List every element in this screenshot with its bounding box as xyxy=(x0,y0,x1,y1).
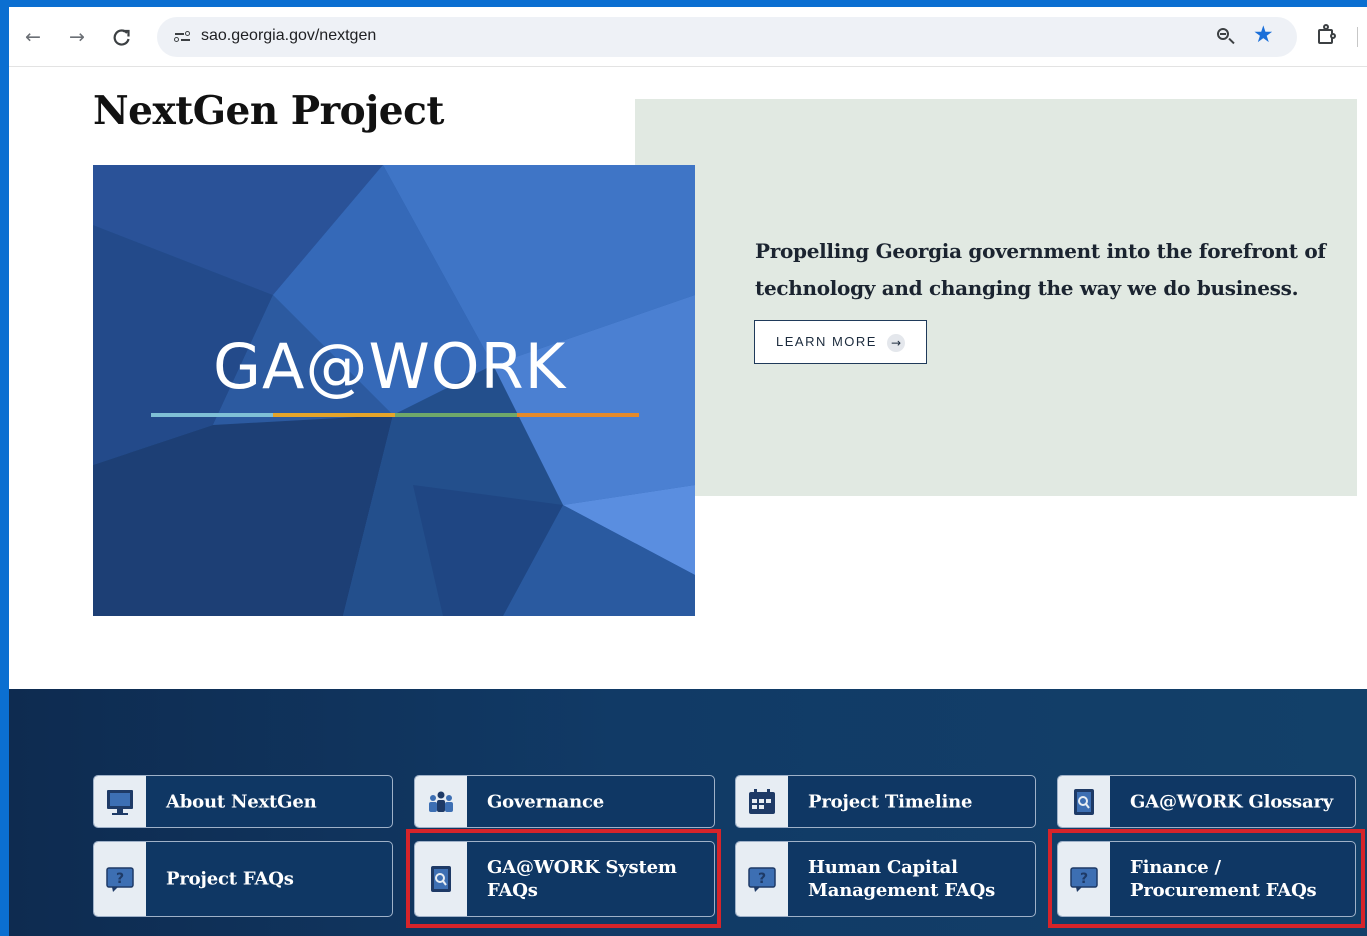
forward-icon[interactable]: → xyxy=(64,24,90,50)
site-info-icon[interactable] xyxy=(171,26,193,48)
card-governance[interactable]: Governance xyxy=(414,775,715,828)
book-search-icon xyxy=(1058,776,1110,827)
zoom-icon[interactable] xyxy=(1215,26,1237,48)
address-bar[interactable]: sao.georgia.gov/nextgen ★ xyxy=(157,17,1297,57)
svg-text:?: ? xyxy=(116,871,124,887)
card-label: Project FAQs xyxy=(166,868,294,890)
card-human-capital-faqs[interactable]: ? Human Capital Management FAQs xyxy=(735,841,1036,917)
arrow-right-icon: → xyxy=(887,334,905,352)
question-bubble-icon: ? xyxy=(94,842,146,916)
monitor-icon xyxy=(94,776,146,827)
card-gawork-glossary[interactable]: GA@WORK Glossary xyxy=(1057,775,1356,828)
card-label: Governance xyxy=(487,791,605,812)
calendar-icon xyxy=(736,776,788,827)
question-bubble-icon: ? xyxy=(736,842,788,916)
card-label: GA@WORK Glossary xyxy=(1130,791,1333,812)
browser-toolbar: ← → sao.georgia.gov/nextgen ★ xyxy=(9,7,1367,67)
bookmark-star-icon[interactable]: ★ xyxy=(1253,22,1274,48)
svg-text:?: ? xyxy=(758,871,766,887)
hero-image: GA@WORK xyxy=(93,165,695,616)
logo-underline xyxy=(151,413,639,417)
card-label: Human Capital Management FAQs xyxy=(808,857,996,901)
url-text[interactable]: sao.georgia.gov/nextgen xyxy=(201,27,376,45)
reload-icon[interactable] xyxy=(109,24,135,50)
card-label: About NextGen xyxy=(166,791,317,812)
page-title: NextGen Project xyxy=(93,88,444,134)
people-icon xyxy=(415,776,467,827)
highlight-box-system-faqs xyxy=(406,829,721,928)
toolbar-divider xyxy=(1357,27,1358,47)
card-project-faqs[interactable]: ? Project FAQs xyxy=(93,841,393,917)
hero-tagline: Propelling Georgia government into the f… xyxy=(755,239,1326,300)
highlight-box-finance-faqs xyxy=(1048,829,1365,928)
back-icon[interactable]: ← xyxy=(20,24,46,50)
learn-more-label: LEARN MORE xyxy=(776,334,877,349)
gawork-logo-text: GA@WORK xyxy=(213,330,567,403)
window-frame-left xyxy=(0,0,9,936)
card-about-nextgen[interactable]: About NextGen xyxy=(93,775,393,828)
learn-more-button[interactable]: LEARN MORE → xyxy=(754,320,927,364)
extensions-icon[interactable] xyxy=(1314,23,1340,49)
card-project-timeline[interactable]: Project Timeline xyxy=(735,775,1036,828)
window-frame-top xyxy=(0,0,1367,7)
card-label: Project Timeline xyxy=(808,791,973,812)
